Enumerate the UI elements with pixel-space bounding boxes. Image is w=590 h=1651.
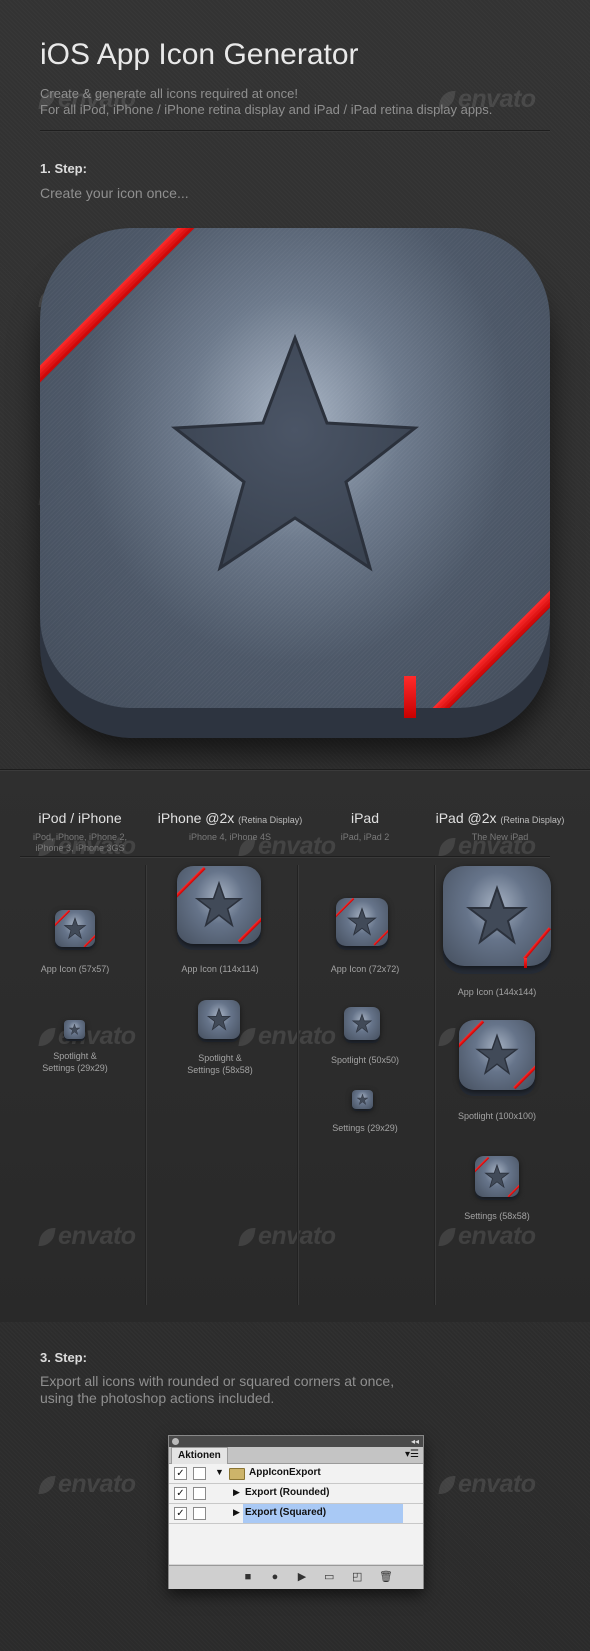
action-row-squared[interactable]: ✓ ▶ Export (Squared) bbox=[169, 1504, 423, 1524]
step-3-description: Export all icons with rounded or squared… bbox=[40, 1373, 395, 1406]
action-label: Export (Rounded) bbox=[245, 1487, 330, 1498]
spotlight-icon-100 bbox=[459, 1020, 535, 1096]
spotlight-icon-58 bbox=[198, 1000, 240, 1042]
label-app-icon-114: App Icon (114x114) bbox=[181, 964, 259, 974]
new-action-icon[interactable]: ◰ bbox=[352, 1572, 362, 1583]
watermark: envato bbox=[238, 1022, 336, 1051]
action-label: Export (Squared) bbox=[245, 1507, 327, 1518]
label-settings-58: Settings (58x58) bbox=[464, 1211, 530, 1221]
subtitle-line-1: Create & generate all icons required at … bbox=[40, 86, 298, 101]
panel-tabbar: Aktionen ▾☰ bbox=[169, 1447, 423, 1464]
app-icon-57 bbox=[55, 910, 95, 950]
watermark: envato bbox=[438, 1222, 536, 1251]
toggle-checkbox[interactable]: ✓ bbox=[174, 1467, 187, 1480]
big-star-icon bbox=[40, 228, 550, 738]
watermark: envato bbox=[38, 1470, 136, 1499]
play-icon[interactable]: ▶ bbox=[297, 1572, 307, 1583]
label-app-icon-144: App Icon (144x144) bbox=[457, 987, 537, 997]
column-title-ipad-2x: iPad @2x (Retina Display) bbox=[435, 810, 565, 826]
panel-toolbar: ■ ● ▶ ▭ ◰ 🗑 bbox=[169, 1565, 423, 1589]
settings-icon-58 bbox=[475, 1156, 519, 1200]
label-spotlight-29: Spotlight & Settings (29x29) bbox=[42, 1051, 108, 1073]
star-icon bbox=[170, 333, 420, 572]
dialog-checkbox[interactable] bbox=[193, 1507, 206, 1520]
actions-list: ✓ ▼ AppIconExport ✓ ▶ Export (Rounded) ✓… bbox=[169, 1464, 423, 1564]
action-set-label: AppIconExport bbox=[249, 1467, 321, 1478]
watermark: envato bbox=[438, 1470, 536, 1499]
column-divider bbox=[20, 856, 550, 857]
settings-icon-29 bbox=[352, 1090, 373, 1111]
action-row-rounded[interactable]: ✓ ▶ Export (Rounded) bbox=[169, 1484, 423, 1504]
page-title: iOS App Icon Generator bbox=[40, 38, 359, 71]
toggle-checkbox[interactable]: ✓ bbox=[174, 1507, 187, 1520]
expand-triangle-icon[interactable]: ▼ bbox=[215, 1467, 224, 1477]
column-separator bbox=[434, 865, 435, 1305]
step-1-description: Create your icon once... bbox=[40, 185, 189, 201]
actions-panel: ◂◂ Aktionen ▾☰ ✓ ▼ AppIconExport ✓ ▶ Exp… bbox=[168, 1435, 424, 1589]
divider bbox=[40, 130, 550, 131]
label-settings-29: Settings (29x29) bbox=[332, 1123, 398, 1133]
label-spotlight-100: Spotlight (100x100) bbox=[457, 1111, 537, 1121]
column-devices-ipod-iphone: iPod, iPhone, iPhone 2, iPhone 3, iPhone … bbox=[32, 832, 128, 853]
column-title-ipod-iphone: iPod / iPhone bbox=[38, 810, 122, 826]
sizes-section: envato envato envato envato envato envat… bbox=[0, 770, 590, 1322]
close-icon[interactable] bbox=[172, 1438, 179, 1445]
folder-icon bbox=[229, 1468, 245, 1480]
step-1-title: 1. Step: bbox=[40, 161, 87, 176]
label-app-icon-57: App Icon (57x57) bbox=[40, 964, 110, 974]
panel-titlebar[interactable]: ◂◂ bbox=[169, 1436, 423, 1447]
subtitle-line-2: For all iPod, iPhone / iPhone retina dis… bbox=[40, 102, 493, 117]
column-devices-ipad-2x: The New iPad bbox=[471, 832, 529, 842]
dialog-checkbox[interactable] bbox=[193, 1467, 206, 1480]
record-icon[interactable]: ● bbox=[270, 1572, 280, 1583]
collapse-icon[interactable]: ◂◂ bbox=[411, 1436, 419, 1447]
play-triangle-icon[interactable]: ▶ bbox=[233, 1487, 240, 1498]
app-icon-114 bbox=[177, 866, 261, 950]
column-separator bbox=[145, 865, 146, 1305]
column-devices-iphone-2x: iPhone 4, iPhone 4S bbox=[188, 832, 272, 842]
stop-icon[interactable]: ■ bbox=[243, 1572, 253, 1583]
spotlight-icon-50 bbox=[344, 1007, 380, 1043]
step-3-title: 3. Step: bbox=[40, 1350, 87, 1365]
panel-menu-icon[interactable]: ▾☰ bbox=[405, 1448, 419, 1462]
page: envato envato envato envato envato envat… bbox=[0, 0, 590, 1651]
new-set-folder-icon[interactable]: ▭ bbox=[324, 1572, 334, 1583]
spotlight-icon-29 bbox=[64, 1020, 85, 1041]
watermark: envato bbox=[238, 1222, 336, 1251]
label-app-icon-72: App Icon (72x72) bbox=[330, 964, 400, 974]
action-set-row[interactable]: ✓ ▼ AppIconExport bbox=[169, 1464, 423, 1484]
column-separator bbox=[297, 865, 298, 1305]
tab-actions[interactable]: Aktionen bbox=[171, 1447, 228, 1464]
toggle-checkbox[interactable]: ✓ bbox=[174, 1487, 187, 1500]
watermark: envato bbox=[38, 1022, 136, 1051]
column-title-iphone-2x: iPhone @2x (Retina Display) bbox=[157, 810, 303, 826]
column-title-ipad: iPad bbox=[350, 810, 380, 826]
app-icon-72 bbox=[336, 898, 388, 950]
column-devices-ipad: iPad, iPad 2 bbox=[340, 832, 390, 842]
label-spotlight-50: Spotlight (50x50) bbox=[330, 1055, 400, 1065]
label-spotlight-58: Spotlight & Settings (58x58) bbox=[187, 1053, 253, 1075]
dialog-checkbox[interactable] bbox=[193, 1487, 206, 1500]
watermark: envato bbox=[38, 1222, 136, 1251]
trash-icon[interactable]: 🗑 bbox=[379, 1572, 393, 1583]
icon-face bbox=[40, 228, 550, 708]
app-icon-144 bbox=[443, 866, 552, 974]
play-triangle-icon[interactable]: ▶ bbox=[233, 1507, 240, 1518]
